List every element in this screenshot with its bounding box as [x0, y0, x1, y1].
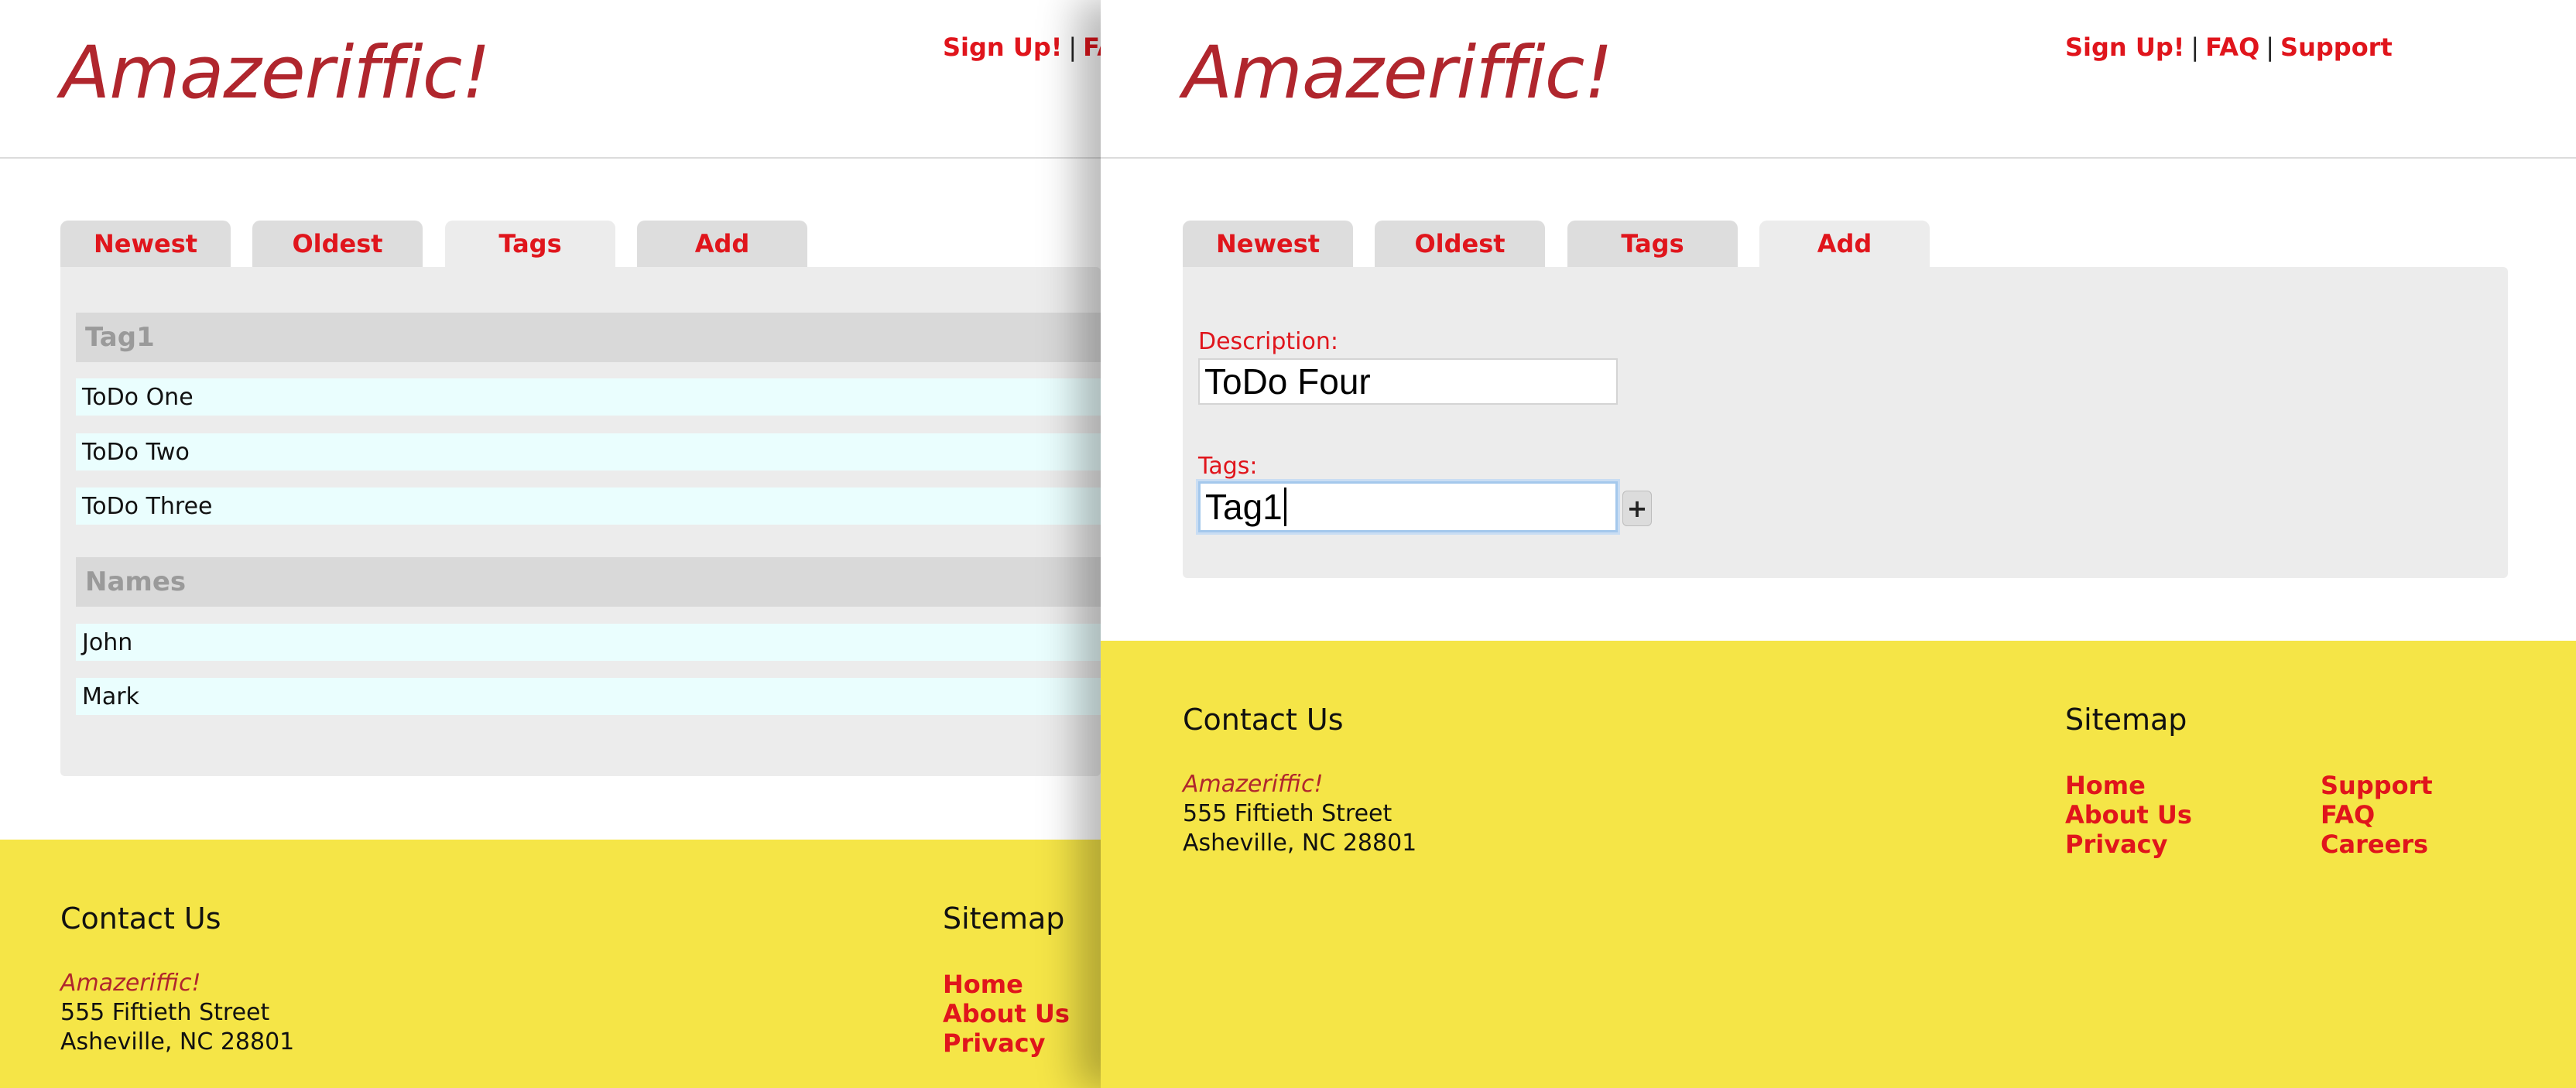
tab-newest[interactable]: Newest: [60, 221, 231, 267]
tags-label: Tags:: [1198, 453, 1258, 480]
sitemap-heading: Sitemap: [943, 902, 1065, 936]
footer-link-home[interactable]: Home: [943, 970, 1023, 999]
sitemap-heading: Sitemap: [2065, 703, 2187, 737]
footer-link-privacy[interactable]: Privacy: [2065, 830, 2167, 859]
footer: Contact Us Amazeriffic! 555 Fiftieth Str…: [1101, 641, 2576, 1088]
site-logo[interactable]: Amazeriffic!: [60, 31, 491, 115]
todo-item: ToDo Three: [76, 488, 1101, 525]
description-label: Description:: [1198, 328, 1338, 355]
footer-brand: Amazeriffic!: [60, 970, 201, 997]
text-caret: [1283, 488, 1286, 526]
site-logo[interactable]: Amazeriffic!: [1183, 31, 1613, 115]
footer-brand: Amazeriffic!: [1183, 771, 1324, 798]
footer-link-about[interactable]: About Us: [2065, 800, 2192, 830]
description-value: ToDo Four: [1204, 361, 1371, 402]
todo-item: ToDo Two: [76, 433, 1101, 470]
footer-link-careers[interactable]: Careers: [2321, 830, 2428, 859]
tab-add[interactable]: Add: [1759, 221, 1930, 267]
footer-link-home[interactable]: Home: [2065, 771, 2146, 800]
signup-link[interactable]: Sign Up!: [943, 33, 1062, 62]
tab-tags[interactable]: Tags: [445, 221, 615, 267]
left-browser-window: Amazeriffic! Sign Up!|FA Newest Oldest T…: [0, 0, 1101, 1088]
address-line-2: Asheville, NC 28801: [60, 1028, 295, 1055]
footer-link-faq[interactable]: FAQ: [2321, 800, 2375, 830]
support-link[interactable]: Support: [2280, 33, 2393, 62]
contact-heading: Contact Us: [1183, 703, 1344, 737]
address-line-2: Asheville, NC 28801: [1183, 830, 1417, 857]
header-divider: [1101, 157, 2576, 159]
address-line-1: 555 Fiftieth Street: [1183, 800, 1392, 827]
tag-heading-names: Names: [76, 557, 1101, 607]
tab-tags[interactable]: Tags: [1567, 221, 1738, 267]
right-browser-window: Amazeriffic! Sign Up! | FAQ | Support Newest…: [1101, 0, 2576, 1088]
tags-value: Tag1: [1205, 487, 1283, 527]
tab-add[interactable]: Add: [637, 221, 807, 267]
faq-link[interactable]: FA: [1083, 33, 1101, 62]
faq-link[interactable]: FAQ: [2205, 33, 2259, 62]
top-nav: Sign Up! | FAQ | Support: [2065, 33, 2393, 62]
footer: Contact Us Amazeriffic! 555 Fiftieth Str…: [0, 840, 1101, 1088]
nav-separator: |: [2191, 33, 2200, 62]
contact-heading: Contact Us: [60, 902, 221, 936]
tab-oldest[interactable]: Oldest: [1375, 221, 1545, 267]
add-todo-button[interactable]: +: [1622, 491, 1652, 526]
nav-separator: |: [2266, 33, 2275, 62]
address-line-1: 555 Fiftieth Street: [60, 999, 270, 1026]
header-divider: [0, 157, 1101, 159]
footer-link-privacy[interactable]: Privacy: [943, 1028, 1045, 1058]
tab-newest[interactable]: Newest: [1183, 221, 1353, 267]
tags-input[interactable]: Tag1: [1198, 481, 1618, 532]
top-nav: Sign Up!|FA: [943, 33, 1101, 62]
description-input[interactable]: ToDo Four: [1198, 358, 1618, 405]
todo-item: Mark: [76, 678, 1101, 715]
tag-heading-tag1: Tag1: [76, 313, 1101, 362]
signup-link[interactable]: Sign Up!: [2065, 33, 2184, 62]
nav-separator: |: [1068, 33, 1077, 62]
tab-oldest[interactable]: Oldest: [252, 221, 423, 267]
todo-item: John: [76, 624, 1101, 661]
footer-link-support[interactable]: Support: [2321, 771, 2433, 800]
todo-item: ToDo One: [76, 378, 1101, 416]
footer-link-about[interactable]: About Us: [943, 999, 1070, 1028]
